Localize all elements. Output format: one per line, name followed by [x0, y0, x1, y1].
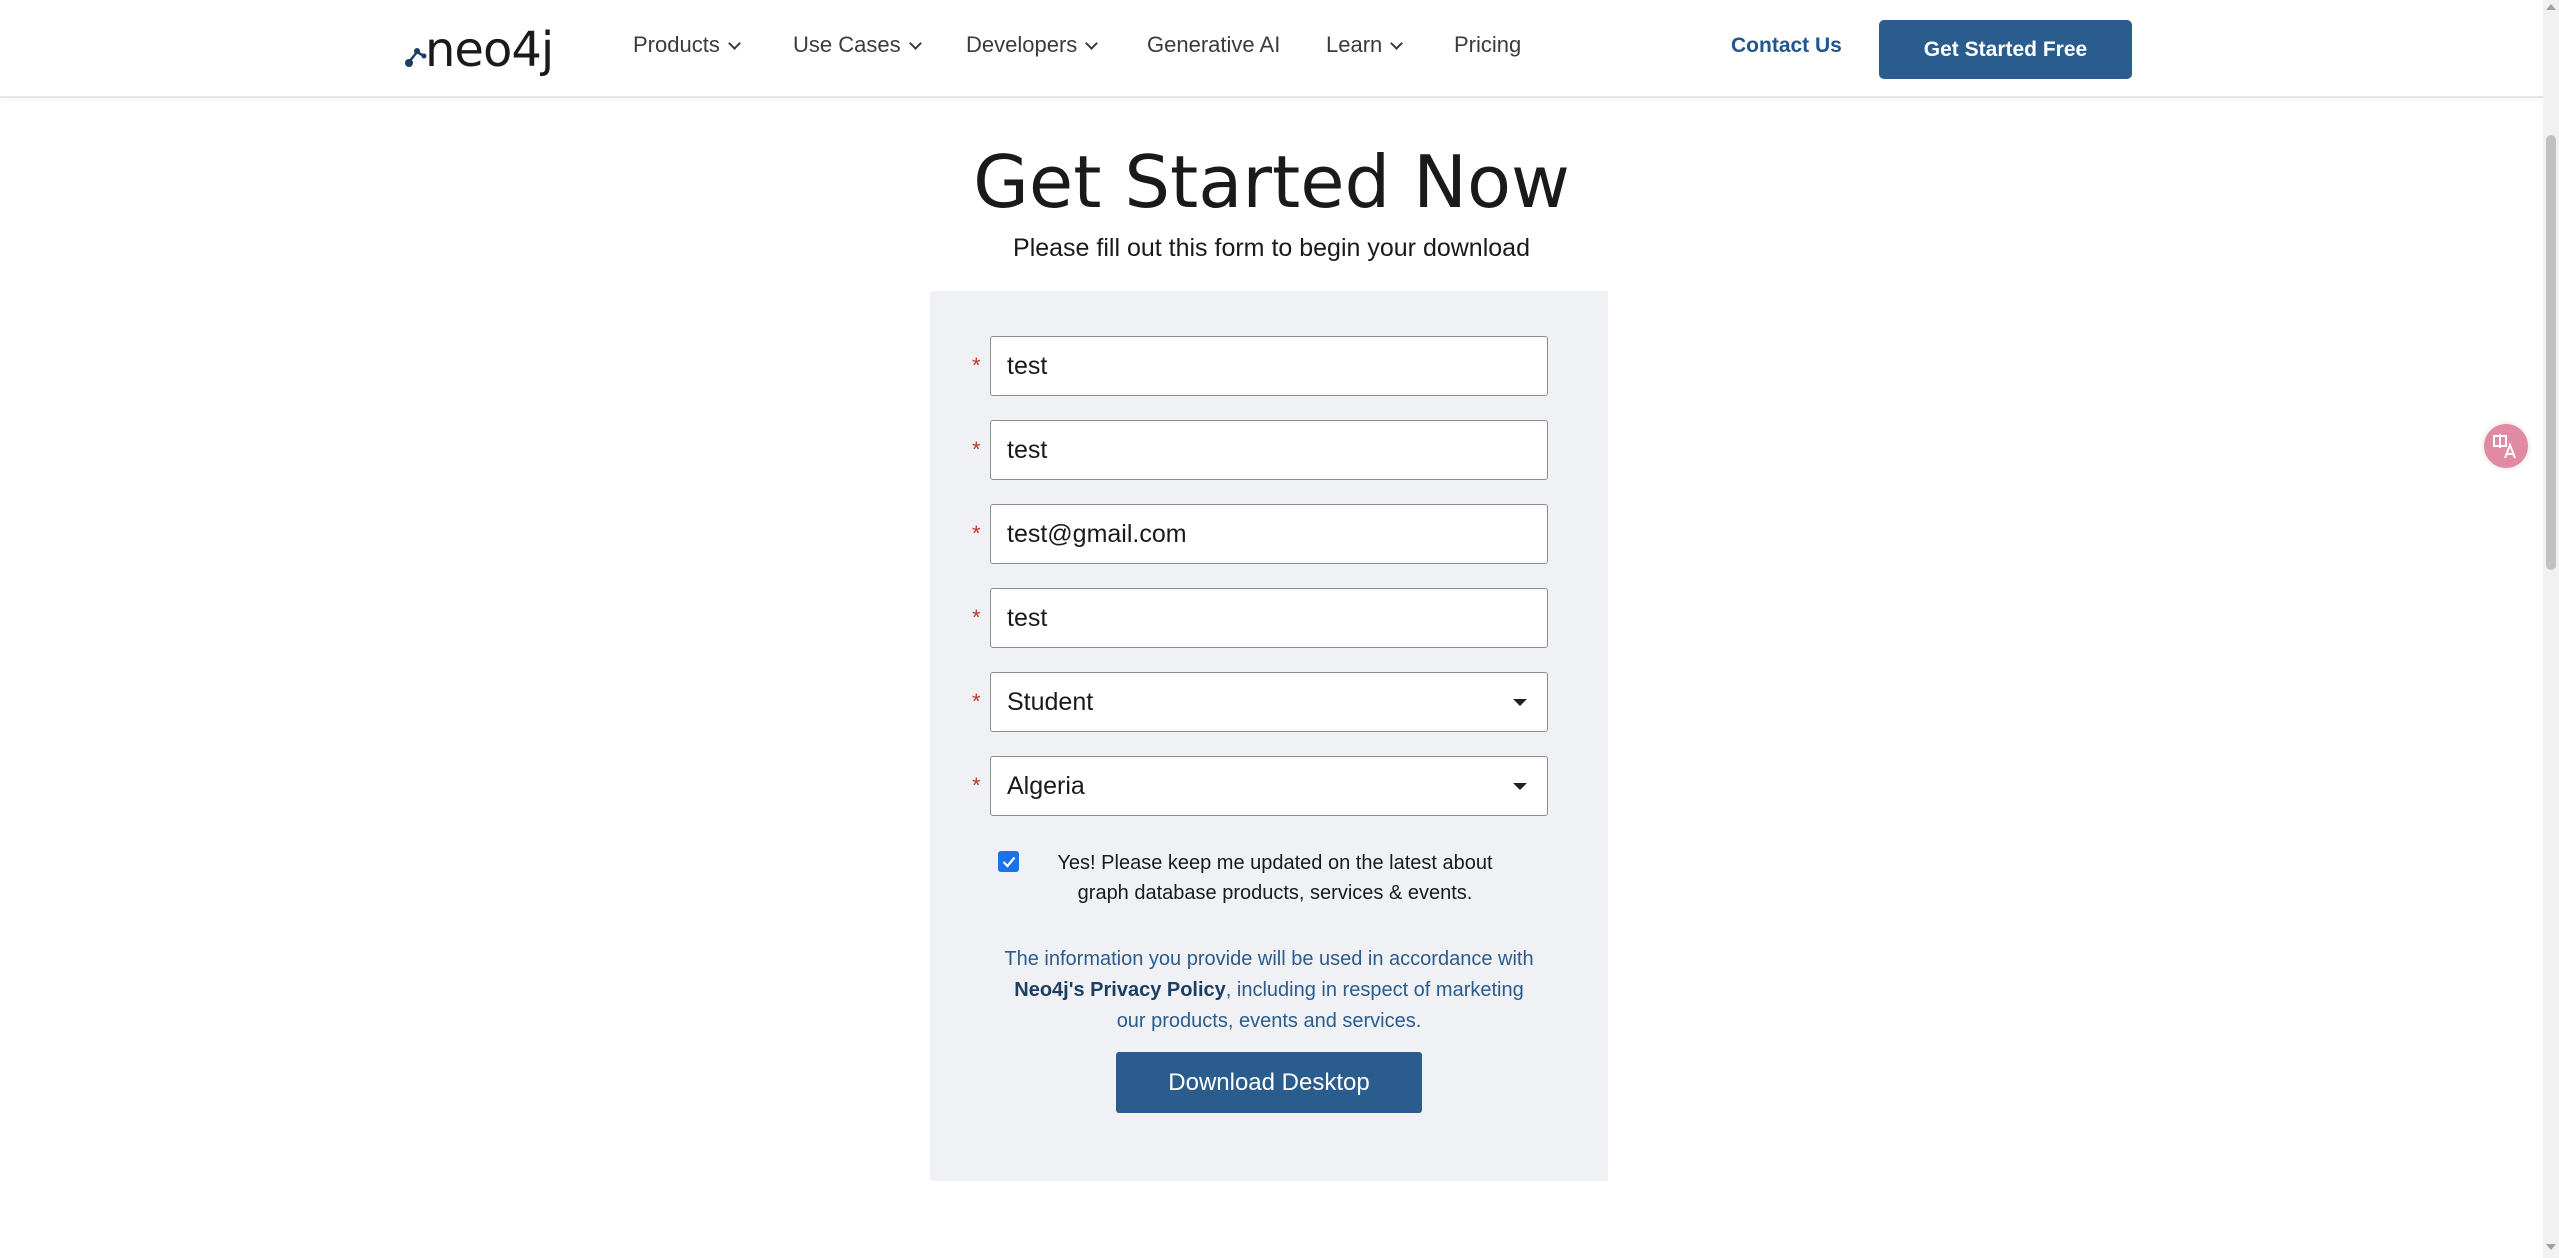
checkmark-icon	[1002, 856, 1015, 868]
page-scrollbar[interactable]	[2543, 0, 2559, 1258]
scroll-up-arrow-icon[interactable]	[2546, 4, 2556, 10]
privacy-policy-link[interactable]: Neo4j's Privacy Policy	[1014, 979, 1226, 1001]
logo-graph-icon	[405, 48, 427, 67]
caret-down-icon	[1513, 699, 1527, 706]
nav-pricing-label: Pricing	[1454, 32, 1522, 57]
first-name-field[interactable]: test	[990, 336, 1548, 396]
nav-learn[interactable]: Learn	[1326, 32, 1404, 58]
top-navigation: neo4j Products Use Cases Developers Gene…	[0, 0, 2543, 98]
get-started-free-button[interactable]: Get Started Free	[1879, 20, 2132, 79]
required-marker: *	[972, 689, 981, 714]
email-value: test@gmail.com	[1007, 519, 1187, 548]
nav-developers-label: Developers	[966, 32, 1078, 57]
role-select[interactable]: Student	[990, 672, 1548, 732]
country-select[interactable]: Algeria	[990, 756, 1548, 816]
optin-checkbox[interactable]	[998, 851, 1019, 872]
nav-use-cases-label: Use Cases	[793, 32, 901, 57]
optin-label: Yes! Please keep me updated on the lates…	[1057, 852, 1493, 904]
nav-generative-ai[interactable]: Generative AI	[1147, 32, 1280, 58]
neo4j-logo[interactable]: neo4j	[405, 20, 565, 78]
last-name-field[interactable]: test	[990, 420, 1548, 480]
email-field[interactable]: test@gmail.com	[990, 504, 1548, 564]
required-marker: *	[972, 353, 981, 378]
privacy-notice: The information you provide will be used…	[1000, 944, 1538, 1037]
translate-widget[interactable]	[2484, 424, 2528, 468]
company-value: test	[1007, 603, 1048, 632]
chevron-down-icon	[1085, 36, 1099, 50]
nav-learn-label: Learn	[1326, 32, 1383, 57]
first-name-value: test	[1007, 351, 1048, 380]
chevron-down-icon	[727, 36, 741, 50]
page-title: Get Started Now	[973, 140, 1570, 224]
country-selected-value: Algeria	[1007, 771, 1085, 800]
last-name-value: test	[1007, 435, 1048, 464]
chevron-down-icon	[908, 36, 922, 50]
role-selected-value: Student	[1007, 687, 1094, 716]
download-desktop-button[interactable]: Download Desktop	[1116, 1052, 1422, 1113]
nav-developers[interactable]: Developers	[966, 32, 1099, 58]
nav-use-cases[interactable]: Use Cases	[793, 32, 922, 58]
nav-generative-ai-label: Generative AI	[1147, 32, 1281, 57]
required-marker: *	[972, 605, 981, 630]
chevron-down-icon	[1390, 36, 1404, 50]
caret-down-icon	[1513, 783, 1527, 790]
translate-icon	[2493, 434, 2516, 459]
contact-us-link[interactable]: Contact Us	[1731, 34, 1842, 58]
nav-products[interactable]: Products	[633, 32, 741, 58]
page-subtitle: Please fill out this form to begin your …	[1013, 234, 1530, 262]
privacy-text-pre: The information you provide will be used…	[1004, 948, 1534, 970]
required-marker: *	[972, 773, 981, 798]
scrollbar-thumb[interactable]	[2546, 135, 2556, 570]
nav-products-label: Products	[633, 32, 720, 57]
required-marker: *	[972, 437, 981, 462]
scroll-down-arrow-icon[interactable]	[2546, 1244, 2556, 1250]
company-field[interactable]: test	[990, 588, 1548, 648]
nav-pricing[interactable]: Pricing	[1454, 32, 1521, 58]
logo-text: neo4j	[425, 22, 554, 78]
required-marker: *	[972, 521, 981, 546]
